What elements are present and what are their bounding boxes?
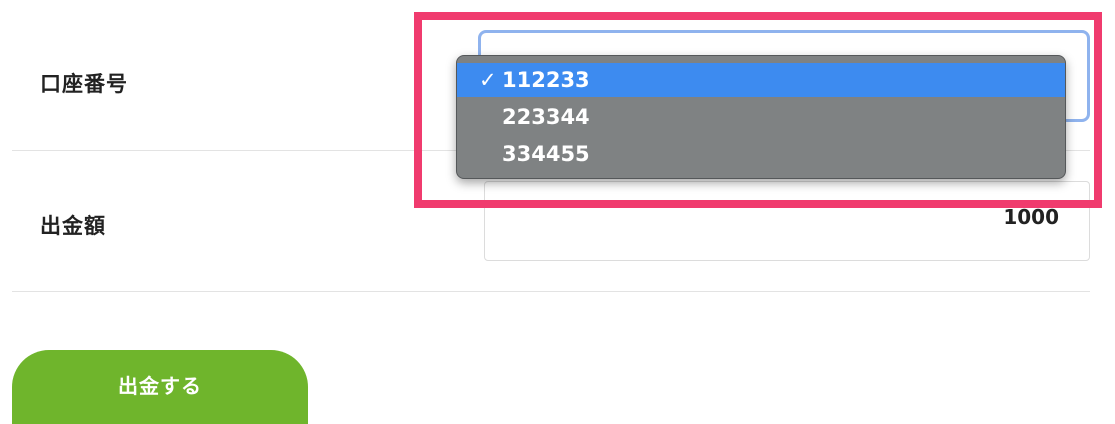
dropdown-option[interactable]: 223344 bbox=[457, 99, 1065, 136]
checkmark-icon: ✓ bbox=[479, 68, 497, 92]
dropdown-option[interactable]: 334455 bbox=[457, 136, 1065, 173]
account-number-label: 口座番号 bbox=[40, 72, 128, 96]
withdrawal-amount-label: 出金額 bbox=[40, 214, 106, 238]
dropdown-option-selected[interactable]: ✓ 112233 bbox=[457, 63, 1065, 97]
dropdown-option-label: 223344 bbox=[502, 105, 590, 129]
withdraw-button[interactable]: 出金する bbox=[12, 350, 308, 424]
account-dropdown-menu: ✓ 112233 223344 334455 bbox=[456, 55, 1066, 179]
divider bbox=[12, 291, 1090, 292]
dropdown-option-label: 334455 bbox=[502, 142, 590, 166]
withdrawal-amount-input[interactable] bbox=[484, 181, 1090, 261]
dropdown-option-label: 112233 bbox=[502, 68, 590, 92]
withdrawal-form: 口座番号 出金額 出金する ✓ 112233 223344 334455 bbox=[0, 0, 1115, 424]
